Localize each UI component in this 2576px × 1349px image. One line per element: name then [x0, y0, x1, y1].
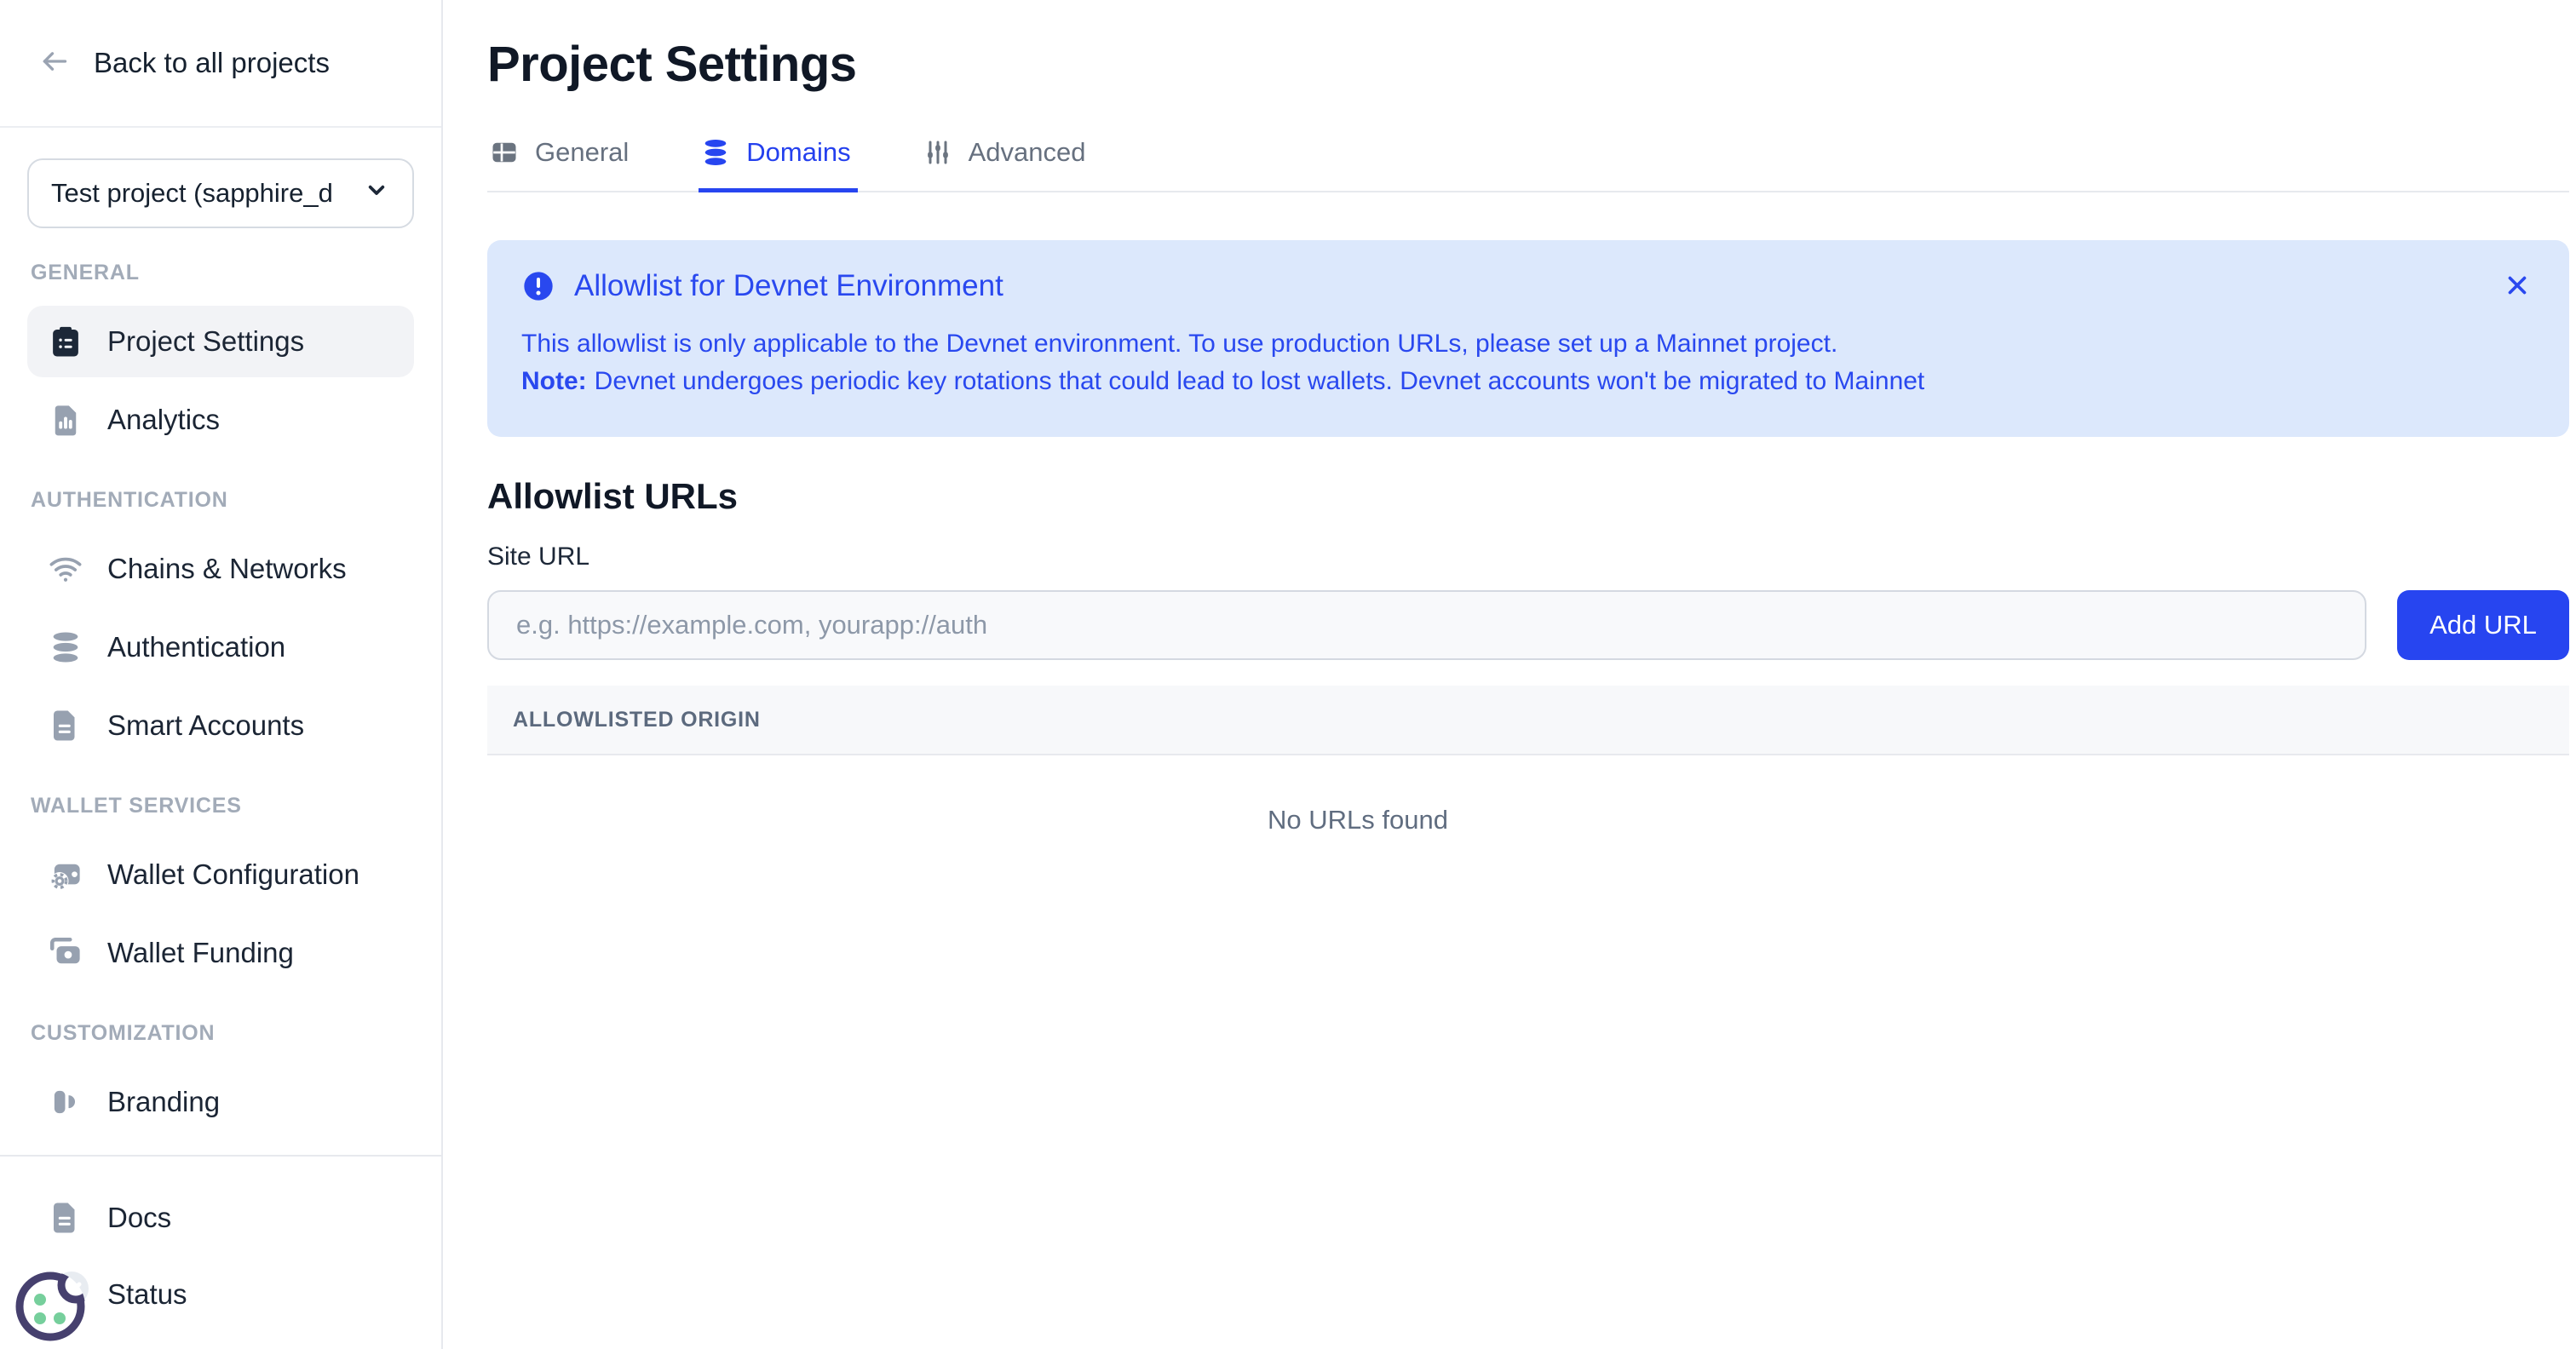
tab-label: General: [535, 137, 629, 168]
sidebar-item-label: Chains & Networks: [107, 553, 347, 585]
banner-header: Allowlist for Devnet Environment: [521, 269, 2535, 303]
tab-domains[interactable]: Domains: [699, 130, 857, 192]
tab-label: Advanced: [969, 137, 1086, 168]
analytics-icon: [48, 402, 83, 438]
banner-body: This allowlist is only applicable to the…: [521, 325, 2535, 399]
site-url-label: Site URL: [487, 542, 2569, 571]
sidebar-nav: Test project (sapphire_d GENERAL Project…: [0, 128, 441, 1155]
table-cells-icon: [489, 137, 520, 168]
clipboard-icon: [48, 324, 83, 359]
docs-icon: [48, 1200, 83, 1236]
settings-tabs: General Domains Advanced: [487, 130, 2569, 192]
database-icon: [700, 137, 731, 168]
sidebar-item-label: Docs: [107, 1202, 171, 1234]
sidebar-item-label: Project Settings: [107, 325, 304, 358]
page-title: Project Settings: [487, 36, 2569, 93]
tab-general[interactable]: General: [487, 130, 635, 192]
app-root: Back to all projects Test project (sapph…: [0, 0, 2576, 1349]
cookie-icon: [12, 1260, 97, 1346]
sidebar-item-chains-networks[interactable]: Chains & Networks: [27, 533, 414, 605]
tab-label: Domains: [746, 137, 850, 168]
banner-note: Note: Devnet undergoes periodic key rotat…: [521, 363, 2535, 400]
back-to-all-projects[interactable]: Back to all projects: [0, 0, 441, 128]
banner-title: Allowlist for Devnet Environment: [574, 269, 1003, 303]
sidebar-item-label: Status: [107, 1278, 187, 1311]
tab-advanced[interactable]: Advanced: [921, 130, 1093, 192]
sliders-icon: [923, 137, 953, 168]
allowlisted-origins-table: ALLOWLISTED ORIGIN No URLs found: [487, 686, 2569, 885]
sidebar-item-wallet-funding[interactable]: Wallet Funding: [27, 917, 414, 989]
sidebar-item-label: Branding: [107, 1086, 220, 1118]
banner-close-button[interactable]: [2499, 267, 2535, 306]
cookie-consent-button[interactable]: [12, 1260, 97, 1346]
empty-state-message: No URLs found: [317, 755, 2399, 885]
sidebar-item-label: Wallet Funding: [107, 937, 294, 969]
back-label: Back to all projects: [94, 47, 330, 79]
table-header-allowlisted-origin: ALLOWLISTED ORIGIN: [487, 686, 2569, 755]
chevron-down-icon: [363, 176, 390, 210]
project-selector[interactable]: Test project (sapphire_d: [27, 158, 414, 228]
allowlist-urls-heading: Allowlist URLs: [487, 476, 2569, 517]
banner-note-text: Devnet undergoes periodic key rotations …: [595, 367, 1925, 395]
main-content: Project Settings General Domains Advance…: [443, 0, 2576, 1349]
banner-line1: This allowlist is only applicable to the…: [521, 325, 2535, 363]
close-icon: [2503, 271, 2532, 300]
sidebar-item-docs[interactable]: Docs: [27, 1182, 414, 1254]
site-url-input[interactable]: [487, 590, 2366, 660]
sidebar: Back to all projects Test project (sapph…: [0, 0, 443, 1349]
wifi-icon: [48, 551, 83, 587]
sidebar-item-label: Authentication: [107, 631, 285, 663]
file-icon: [48, 708, 83, 743]
banner-note-label: Note:: [521, 367, 587, 395]
database-icon: [48, 629, 83, 665]
sidebar-item-authentication[interactable]: Authentication: [27, 611, 414, 683]
wallet-gear-icon: [48, 857, 83, 893]
alert-circle-icon: [521, 269, 555, 303]
section-label-general: GENERAL: [31, 261, 411, 285]
section-label-authentication: AUTHENTICATION: [31, 488, 411, 513]
sidebar-item-project-settings[interactable]: Project Settings: [27, 306, 414, 377]
section-label-customization: CUSTOMIZATION: [31, 1021, 411, 1046]
sidebar-item-smart-accounts[interactable]: Smart Accounts: [27, 690, 414, 761]
wallet-funding-icon: [48, 935, 83, 971]
project-selector-value: Test project (sapphire_d: [51, 178, 333, 209]
sidebar-item-label: Smart Accounts: [107, 709, 304, 742]
sidebar-item-branding[interactable]: Branding: [27, 1066, 414, 1138]
sidebar-item-analytics[interactable]: Analytics: [27, 384, 414, 456]
branding-icon: [48, 1084, 83, 1120]
site-url-row: Add URL: [487, 590, 2569, 660]
sidebar-item-label: Analytics: [107, 404, 220, 436]
devnet-allowlist-banner: Allowlist for Devnet Environment This al…: [487, 240, 2569, 437]
add-url-button[interactable]: Add URL: [2397, 590, 2569, 660]
arrow-left-icon: [37, 44, 72, 83]
